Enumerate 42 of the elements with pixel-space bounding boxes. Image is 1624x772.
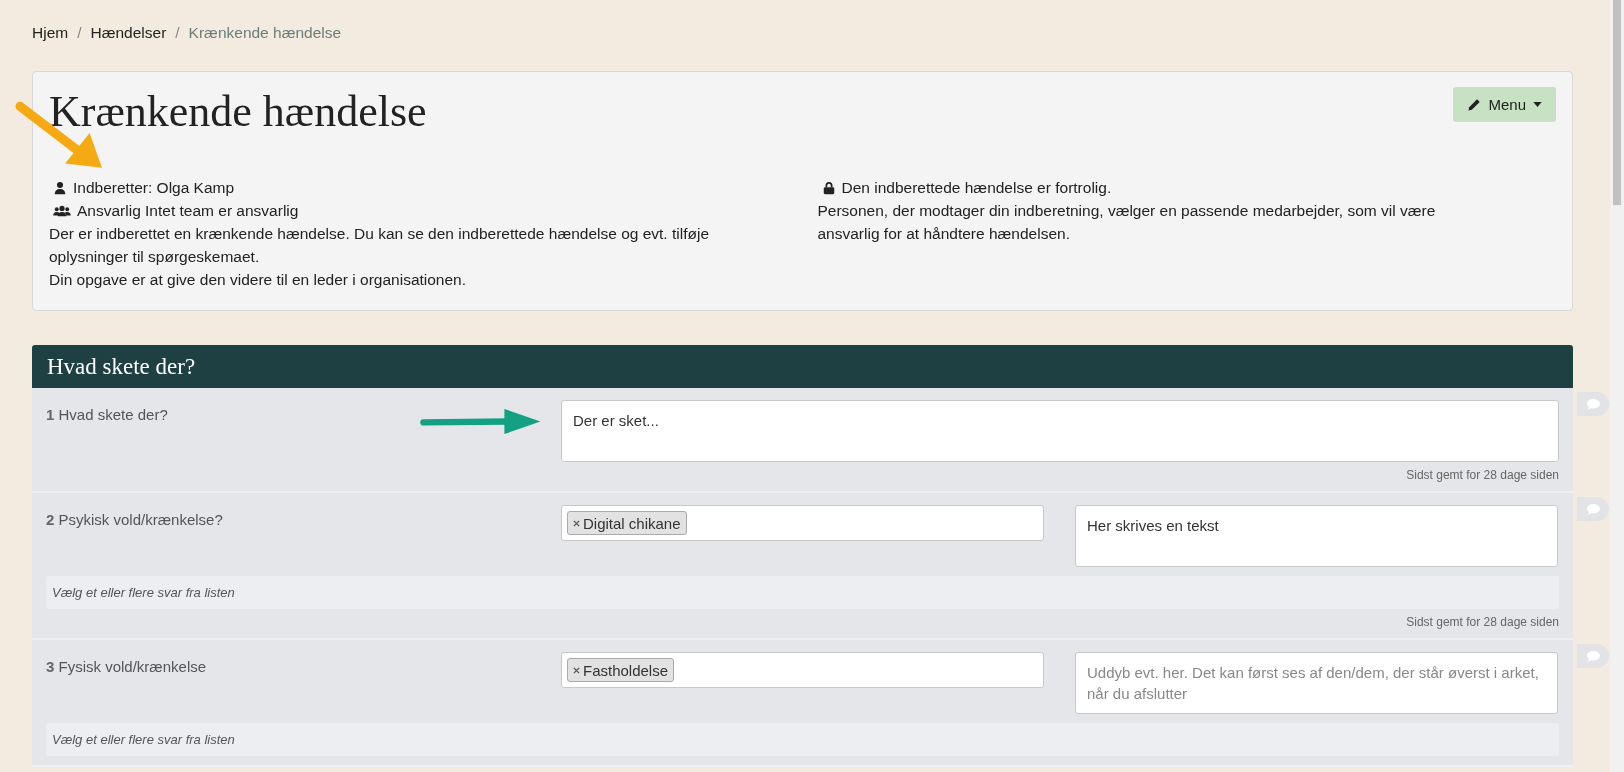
speech-bubble-icon <box>1585 397 1601 411</box>
hint-text: Vælg et eller flere svar fra listen <box>46 723 1559 756</box>
breadcrumb-separator: / <box>175 24 180 42</box>
selected-tag[interactable]: Digital chikane <box>567 511 687 535</box>
saved-status: Sidst gemt for 28 dage siden <box>1405 468 1559 482</box>
breadcrumb-separator: / <box>77 24 82 42</box>
breadcrumb-current-page: Krænkende hændelse <box>188 24 342 42</box>
speech-bubble-icon <box>1585 502 1601 516</box>
reporter-text: Indberetter: Olga Kamp <box>73 178 235 198</box>
breadcrumb-link[interactable]: Hjem <box>32 24 69 42</box>
question-label: 1 Hvad skete der? <box>46 405 168 423</box>
page-title: Krænkende hændelse <box>49 86 427 138</box>
multi-select-field[interactable]: Fastholdelse <box>561 652 1044 688</box>
menu-button[interactable]: Menu <box>1453 87 1556 122</box>
multi-select-field[interactable]: Digital chikane <box>561 505 1044 541</box>
description-text: Din opgave er at give den videre til en leder i organisationen. <box>49 270 468 290</box>
saved-status: Sidst gemt for 28 dage siden <box>1405 615 1559 629</box>
responsible-text: Ansvarlig Intet team er ansvarlig <box>77 201 299 221</box>
users-icon <box>53 203 71 218</box>
caret-icon <box>1533 102 1542 107</box>
comment-field[interactable]: Uddyb evt. her. Det kan først ses af den/dem, der står øverst i arket, når du afslutter <box>1075 652 1558 714</box>
comment-field[interactable]: Her skrives en tekst <box>1075 505 1558 567</box>
comment-button[interactable] <box>1577 497 1609 521</box>
selected-tag[interactable]: Fastholdelse <box>567 658 675 682</box>
confidential-text: Den indberettede hændelse er fortrolig. <box>841 178 1112 198</box>
close-icon[interactable] <box>573 666 580 674</box>
description-text: Der er indberettet en krænkende hændelse. Du kan se den indberettede hændelse og evt. tilføje oplysninger til spørgeskemaet. <box>49 224 710 267</box>
hint-text: Vælg et eller flere svar fra listen <box>46 576 1559 609</box>
comment-button[interactable] <box>1577 392 1609 416</box>
lock-icon <box>821 180 836 195</box>
close-icon[interactable] <box>573 519 580 527</box>
user-icon <box>53 180 67 195</box>
scrollbar[interactable] <box>1610 0 1624 772</box>
answer-field[interactable]: Der er sket... <box>561 400 1559 462</box>
breadcrumb-link[interactable]: Hændelser <box>90 24 167 42</box>
question-label: 3 Fysisk vold/krænkelse <box>46 657 207 675</box>
speech-bubble-icon <box>1585 649 1601 663</box>
pencil-icon <box>1467 97 1482 112</box>
section-header: Hvad skete der? <box>32 345 1573 388</box>
description-text: Personen, der modtager din indberetning, vælger en passende medarbejder, som vil være ansvarlig for at håndtere hændelsen. <box>817 201 1437 244</box>
comment-button[interactable] <box>1577 644 1609 668</box>
question-label: 2 Psykisk vold/krænkelse? <box>46 510 223 528</box>
